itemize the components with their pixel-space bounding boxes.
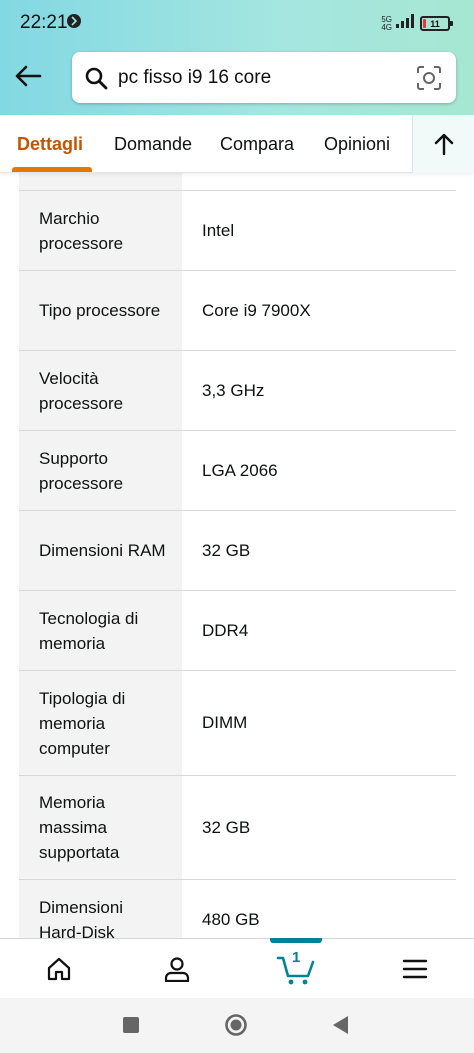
bottom-navigation: 1: [0, 938, 474, 998]
spec-label: Tecnologia di memoria: [19, 591, 182, 670]
spec-label: Tipo processore: [19, 271, 182, 350]
spec-label: Marchio processore: [19, 191, 182, 270]
back-system-button[interactable]: [327, 1012, 353, 1038]
home-icon: [47, 957, 71, 981]
tab-domande[interactable]: Domande: [114, 115, 192, 173]
arrow-up-icon: [434, 133, 453, 155]
table-row: Dimensioni Hard-Disk 480 GB: [19, 879, 456, 938]
detail-tabs: Dettagli Domande Compara Opinioni: [0, 115, 474, 173]
spec-label: Memoria massima supportata: [19, 776, 182, 879]
back-button[interactable]: [10, 58, 46, 94]
search-input[interactable]: [118, 62, 398, 94]
tab-compara[interactable]: Compara: [220, 115, 294, 173]
triangle-back-icon: [333, 1016, 348, 1034]
home-system-button[interactable]: [223, 1012, 249, 1038]
scroll-to-top-button[interactable]: [412, 115, 474, 173]
account-icon: [164, 957, 190, 982]
arrow-left-icon: [15, 65, 42, 87]
alarm-icon: [66, 13, 82, 29]
menu-icon: [402, 959, 428, 979]
spec-label: [19, 172, 182, 190]
spec-label: Dimensioni RAM: [19, 511, 182, 590]
battery-percent: 11: [430, 18, 440, 29]
spec-value: 480 GB: [202, 909, 260, 929]
spec-value: 32 GB: [202, 540, 251, 560]
spec-value: LGA 2066: [202, 460, 278, 480]
status-indicators: 5G 4G 11: [381, 14, 453, 33]
table-row: Velocità processore 3,3 GHz: [19, 350, 456, 430]
system-navigation-bar: [0, 998, 474, 1053]
search-icon: [85, 67, 108, 90]
table-row: Memoria massima supportata 32 GB: [19, 775, 456, 879]
spec-value: Core i9 7900X: [202, 300, 311, 320]
specs-table: Marchio processore Intel Tipo processore…: [19, 172, 456, 938]
square-icon: [123, 1017, 139, 1033]
nav-cart-button[interactable]: 1: [237, 939, 355, 999]
spec-value: DIMM: [202, 713, 248, 732]
circle-icon: [225, 1014, 247, 1036]
spec-value: [182, 172, 456, 190]
spec-label: Tipologia di memoria computer: [19, 671, 182, 775]
spec-value: 3,3 GHz: [202, 380, 265, 400]
spec-label: Supporto processore: [19, 431, 182, 510]
spec-label: Dimensioni Hard-Disk: [19, 880, 182, 938]
cart-icon: 1: [276, 949, 316, 986]
cart-count-badge: 1: [292, 949, 301, 966]
status-bar: 22:21 5G 4G 11: [0, 0, 474, 44]
nav-menu-button[interactable]: [356, 939, 474, 999]
spec-value: DDR4: [202, 620, 249, 640]
app-header: 22:21 5G 4G 11: [0, 0, 474, 115]
spec-value: Intel: [202, 220, 235, 240]
nav-home-button[interactable]: [0, 939, 118, 999]
table-row: Tipo processore Core i9 7900X: [19, 270, 456, 350]
table-row: [19, 172, 456, 190]
network-type-4g: 4G: [381, 22, 392, 32]
nav-account-button[interactable]: [118, 939, 236, 999]
table-row: Supporto processore LGA 2066: [19, 430, 456, 510]
spec-label: Velocità processore: [19, 351, 182, 430]
table-row: Tipologia di memoria computer DIMM: [19, 670, 456, 775]
spec-value: 32 GB: [202, 817, 251, 837]
recent-apps-button[interactable]: [118, 1012, 144, 1038]
status-time: 22:21: [20, 12, 68, 33]
signal-icon: [396, 14, 416, 33]
tab-dettagli[interactable]: Dettagli: [17, 115, 83, 173]
search-box[interactable]: [72, 52, 456, 103]
active-tab-indicator: [12, 167, 92, 172]
table-row: Marchio processore Intel: [19, 190, 456, 270]
camera-search-icon[interactable]: [416, 65, 442, 91]
tab-opinioni[interactable]: Opinioni: [324, 115, 390, 173]
battery-icon: 11: [420, 16, 453, 31]
network-label: 5G 4G: [381, 15, 392, 32]
table-row: Tecnologia di memoria DDR4: [19, 590, 456, 670]
table-row: Dimensioni RAM 32 GB: [19, 510, 456, 590]
